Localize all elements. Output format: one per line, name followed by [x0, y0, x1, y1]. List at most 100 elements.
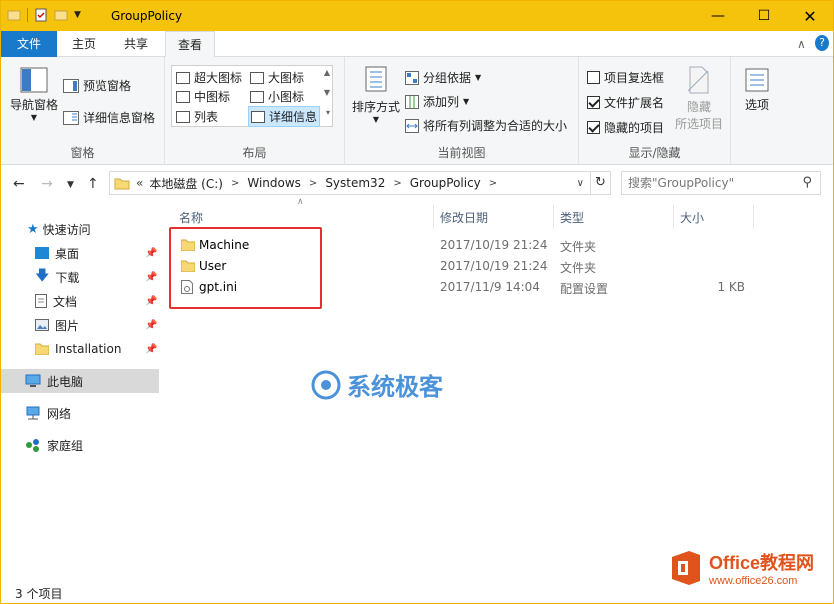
column-divider[interactable]	[673, 205, 674, 229]
nav-item-quick-access[interactable]: ★ 快速访问	[1, 217, 159, 241]
refresh-icon[interactable]: ↻	[591, 171, 611, 195]
add-columns-button[interactable]: 添加列 ▼	[405, 93, 469, 110]
hide-selected-button[interactable]: 隐藏 所选项目	[673, 65, 725, 132]
folder-icon	[35, 343, 49, 355]
fit-columns-button[interactable]: 将所有列调整为合适的大小	[405, 117, 567, 134]
nav-item-documents[interactable]: 文档 📌	[1, 289, 159, 313]
item-checkboxes-toggle[interactable]: 项目复选框	[587, 69, 664, 86]
chevron-right-icon[interactable]: >	[231, 178, 239, 189]
file-type: 文件夹	[560, 261, 597, 275]
overflow-crumb[interactable]: «	[136, 176, 143, 190]
tab-file[interactable]: 文件	[1, 31, 57, 57]
tab-home[interactable]: 主页	[61, 31, 107, 57]
layout-small-icons[interactable]: 小图标	[250, 88, 304, 105]
add-columns-icon	[405, 94, 419, 109]
pin-icon[interactable]: 📌	[145, 272, 157, 283]
pin-icon[interactable]: 📌	[145, 344, 157, 355]
column-header-name[interactable]: 名称	[179, 209, 203, 226]
address-bar[interactable]: « 本地磁盘 (C:) > Windows > System32 > GroupPol…	[109, 171, 591, 195]
gallery-scroll-down-icon[interactable]: ▼	[324, 88, 330, 97]
ribbon: 导航窗格 ▼ 预览窗格 详细信息窗格 窗格 布局 超大图标 大图标 中图标 小图…	[1, 57, 833, 165]
tab-view[interactable]: 查看	[165, 31, 215, 58]
nav-item-network[interactable]: 网络	[1, 401, 159, 425]
gallery-expand-icon[interactable]: ▾	[326, 108, 330, 117]
homegroup-icon	[26, 439, 39, 452]
watermark-text: 系统极客	[347, 373, 443, 401]
breadcrumb-system32[interactable]: System32	[325, 176, 385, 190]
medium-icons-icon	[176, 90, 190, 103]
pin-icon[interactable]: 📌	[145, 296, 157, 307]
nav-item-homegroup[interactable]: 家庭组	[1, 433, 159, 457]
nav-item-desktop[interactable]: 桌面 📌	[1, 241, 159, 265]
sort-by-button[interactable]: 排序方式 ▼	[351, 65, 401, 124]
options-button[interactable]: 选项	[737, 67, 777, 113]
breadcrumb-grouppolicy[interactable]: GroupPolicy	[410, 176, 481, 190]
checkbox-checked[interactable]	[587, 121, 600, 134]
close-button[interactable]: ✕	[787, 1, 833, 31]
gallery-scroll-up-icon[interactable]: ▲	[324, 68, 330, 77]
quick-access-toolbar: ▼	[7, 8, 81, 22]
forward-arrow-icon[interactable]: →	[41, 176, 53, 192]
tab-share[interactable]: 共享	[113, 31, 159, 57]
back-arrow-icon[interactable]: ←	[13, 176, 25, 192]
up-arrow-icon[interactable]: ↑	[87, 176, 99, 192]
file-type: 文件夹	[560, 240, 597, 254]
layout-details[interactable]: 详细信息	[248, 106, 321, 127]
recent-locations-icon[interactable]: ▼	[67, 180, 74, 190]
checkbox[interactable]	[587, 71, 600, 84]
sort-icon	[365, 66, 387, 92]
breadcrumb-windows[interactable]: Windows	[247, 176, 301, 190]
layout-xl-icons[interactable]: 超大图标	[176, 69, 242, 86]
watermark: 系统极客	[311, 367, 443, 402]
properties-icon[interactable]	[34, 8, 48, 22]
column-divider[interactable]	[433, 205, 434, 229]
nav-label: 此电脑	[47, 374, 84, 389]
help-icon[interactable]: ?	[815, 35, 829, 51]
nav-item-this-pc[interactable]: 此电脑	[1, 369, 159, 393]
maximize-button[interactable]: ☐	[741, 1, 787, 31]
folder-icon	[7, 10, 21, 21]
file-extensions-toggle[interactable]: 文件扩展名	[587, 94, 664, 111]
nav-label: 下载	[55, 270, 80, 285]
qat-dropdown-icon[interactable]: ▼	[74, 10, 81, 20]
nav-item-installation[interactable]: Installation 📌	[1, 337, 159, 361]
group-by-button[interactable]: 分组依据 ▼	[405, 69, 481, 86]
layout-list[interactable]: 列表	[176, 108, 218, 125]
layout-small-icons-label: 小图标	[268, 90, 305, 104]
collapse-ribbon-icon[interactable]: ∧	[797, 37, 806, 51]
chevron-right-icon[interactable]: >	[489, 178, 497, 189]
layout-medium-icons[interactable]: 中图标	[176, 88, 230, 105]
minimize-button[interactable]: —	[695, 1, 741, 31]
search-input[interactable]: 搜索"GroupPolicy" ⚲	[621, 171, 821, 195]
ribbon-group-show-hide: 项目复选框 文件扩展名 隐藏的项目 隐藏 所选项目 显示/隐藏	[579, 57, 731, 165]
address-dropdown-icon[interactable]: ∨	[577, 178, 584, 189]
layout-details-label: 详细信息	[269, 110, 318, 124]
nav-label: Installation	[55, 342, 122, 356]
new-folder-icon[interactable]	[54, 8, 68, 22]
column-divider[interactable]	[553, 205, 554, 229]
layout-large-icons[interactable]: 大图标	[250, 69, 304, 86]
network-icon	[26, 406, 40, 420]
pin-icon[interactable]: 📌	[145, 320, 157, 331]
layout-gallery: 超大图标 大图标 中图标 小图标 列表 详细信息 ▲ ▼ ▾	[171, 65, 333, 127]
chevron-right-icon[interactable]: >	[393, 178, 401, 189]
column-header-size[interactable]: 大小	[680, 209, 704, 226]
chevron-right-icon[interactable]: >	[309, 178, 317, 189]
breadcrumb-local-disk[interactable]: 本地磁盘 (C:)	[149, 175, 223, 192]
office-logo-url: www.office26.com	[709, 575, 798, 587]
download-arrow-icon: 🡇	[35, 268, 50, 284]
hidden-items-toggle[interactable]: 隐藏的项目	[587, 119, 664, 136]
search-icon[interactable]: ⚲	[802, 172, 812, 194]
preview-pane-button[interactable]: 预览窗格	[63, 77, 131, 94]
checkbox-checked[interactable]	[587, 96, 600, 109]
nav-item-downloads[interactable]: 🡇 下载 📌	[1, 265, 159, 289]
nav-pane-button[interactable]: 导航窗格 ▼	[7, 67, 61, 122]
watermark-logo-icon	[311, 370, 341, 399]
column-header-type[interactable]: 类型	[560, 209, 584, 226]
pin-icon[interactable]: 📌	[145, 248, 157, 259]
column-divider[interactable]	[753, 205, 754, 229]
details-pane-button[interactable]: 详细信息窗格	[63, 109, 155, 126]
nav-item-pictures[interactable]: 图片 📌	[1, 313, 159, 337]
column-header-date[interactable]: 修改日期	[440, 209, 488, 226]
details-pane-label: 详细信息窗格	[83, 111, 156, 125]
